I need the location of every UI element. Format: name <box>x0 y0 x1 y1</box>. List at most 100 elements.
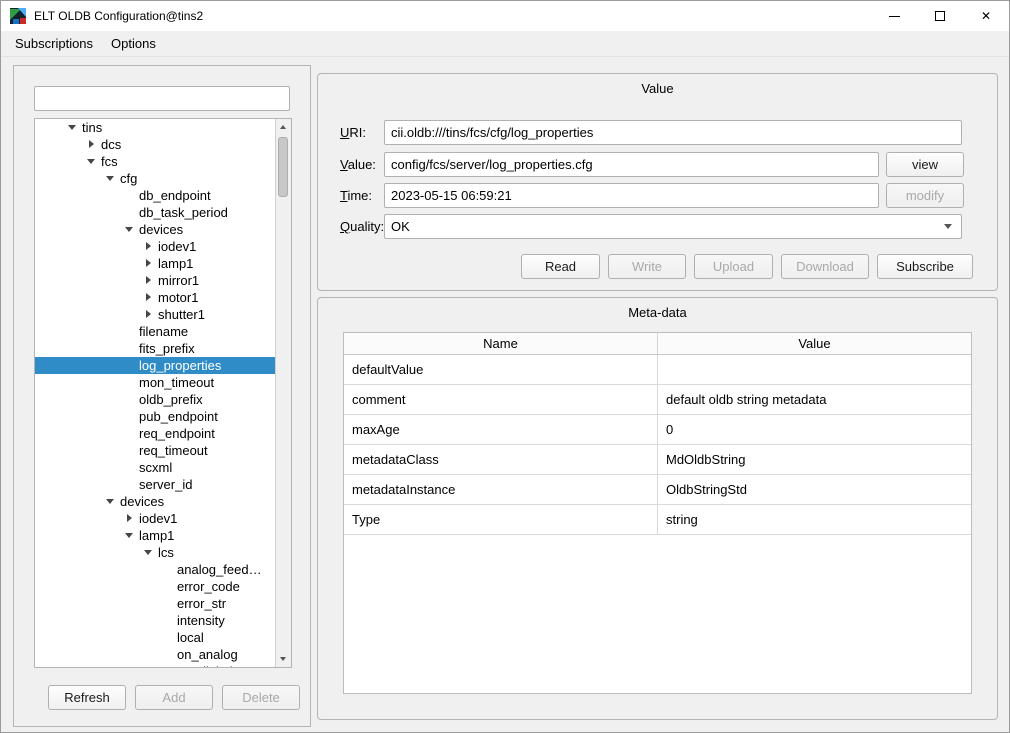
tree-scrollbar[interactable] <box>275 119 291 667</box>
close-button[interactable]: ✕ <box>963 1 1009 31</box>
cell-name: metadataClass <box>344 445 658 474</box>
scrollbar-up-icon[interactable] <box>276 119 291 135</box>
expander-collapsed-icon[interactable] <box>83 136 101 153</box>
tree-item-pub_endpoint[interactable]: pub_endpoint <box>35 408 275 425</box>
tree-item-intensity[interactable]: intensity <box>35 612 275 629</box>
quality-select[interactable]: OK <box>384 214 962 239</box>
add-button[interactable]: Add <box>135 685 213 710</box>
table-row[interactable]: commentdefault oldb string metadata <box>344 385 971 415</box>
tree-item-label: log_properties <box>139 357 221 374</box>
tree-item-server_id[interactable]: server_id <box>35 476 275 493</box>
tree-item-error_code[interactable]: error_code <box>35 578 275 595</box>
value-group-title: Value <box>318 81 997 96</box>
column-header-value[interactable]: Value <box>658 333 971 354</box>
expander-expanded-icon[interactable] <box>121 527 139 544</box>
quality-value: OK <box>391 219 944 234</box>
tree-item-fcs[interactable]: fcs <box>35 153 275 170</box>
expander-expanded-icon[interactable] <box>64 119 82 136</box>
expander-expanded-icon[interactable] <box>121 221 139 238</box>
tree-item-lcs[interactable]: lcs <box>35 544 275 561</box>
tree-item-devices[interactable]: devices <box>35 221 275 238</box>
expander-collapsed-icon[interactable] <box>140 289 158 306</box>
tree-item-tins[interactable]: tins <box>35 119 275 136</box>
expander-collapsed-icon[interactable] <box>140 255 158 272</box>
menu-options[interactable]: Options <box>102 31 165 56</box>
tree-item-scxml[interactable]: scxml <box>35 459 275 476</box>
value-field[interactable] <box>384 152 879 177</box>
tree-item-log_properties[interactable]: log_properties <box>35 357 275 374</box>
tree-item-mirror1[interactable]: mirror1 <box>35 272 275 289</box>
table-row[interactable]: Typestring <box>344 505 971 535</box>
table-row[interactable]: defaultValue <box>344 355 971 385</box>
tree-item-label: error_str <box>177 595 226 612</box>
time-row: Time: modify <box>318 183 997 208</box>
tree-item-filename[interactable]: filename <box>35 323 275 340</box>
cell-value: default oldb string metadata <box>658 385 971 414</box>
tree-item-analog_feed[interactable]: analog_feed… <box>35 561 275 578</box>
table-row[interactable]: maxAge0 <box>344 415 971 445</box>
tree-item-cfg[interactable]: cfg <box>35 170 275 187</box>
minimize-button[interactable] <box>871 1 917 31</box>
tree-item-label: req_endpoint <box>139 425 215 442</box>
tree-item-on_digital[interactable]: on_digital <box>35 663 275 668</box>
maximize-button[interactable] <box>917 1 963 31</box>
download-button[interactable]: Download <box>781 254 869 279</box>
upload-button[interactable]: Upload <box>694 254 773 279</box>
table-row[interactable]: metadataInstanceOldbStringStd <box>344 475 971 505</box>
expander-expanded-icon[interactable] <box>83 153 101 170</box>
tree-item-db_endpoint[interactable]: db_endpoint <box>35 187 275 204</box>
tree-rows: tinsdcsfcscfgdb_endpointdb_task_periodde… <box>35 119 275 668</box>
expander-collapsed-icon[interactable] <box>140 272 158 289</box>
view-button[interactable]: view <box>886 152 964 177</box>
quality-label: Quality: <box>340 214 384 239</box>
expander-collapsed-icon[interactable] <box>140 238 158 255</box>
cell-name: comment <box>344 385 658 414</box>
value-label: Value: <box>340 152 376 177</box>
menu-subscriptions[interactable]: Subscriptions <box>6 31 102 56</box>
tree-item-label: lamp1 <box>158 255 193 272</box>
expander-expanded-icon[interactable] <box>102 493 120 510</box>
column-header-name[interactable]: Name <box>344 333 658 354</box>
tree-item-dcs[interactable]: dcs <box>35 136 275 153</box>
expander-spacer <box>159 612 177 629</box>
meta-group-title: Meta-data <box>318 305 997 320</box>
tree-item-on_analog[interactable]: on_analog <box>35 646 275 663</box>
tree-item-mon_timeout[interactable]: mon_timeout <box>35 374 275 391</box>
tree-item-shutter1[interactable]: shutter1 <box>35 306 275 323</box>
tree-item-label: motor1 <box>158 289 198 306</box>
tree-item-req_timeout[interactable]: req_timeout <box>35 442 275 459</box>
tree-item-lamp1[interactable]: lamp1 <box>35 255 275 272</box>
expander-collapsed-icon[interactable] <box>140 306 158 323</box>
uri-field[interactable] <box>384 120 962 145</box>
expander-expanded-icon[interactable] <box>140 544 158 561</box>
tree-item-motor1[interactable]: motor1 <box>35 289 275 306</box>
tree-item-label: iodev1 <box>158 238 196 255</box>
read-button[interactable]: Read <box>521 254 600 279</box>
tree-item-devices[interactable]: devices <box>35 493 275 510</box>
scrollbar-thumb[interactable] <box>278 137 288 197</box>
expander-spacer <box>121 391 139 408</box>
tree-item-oldb_prefix[interactable]: oldb_prefix <box>35 391 275 408</box>
expander-expanded-icon[interactable] <box>102 170 120 187</box>
tree-item-iodev1[interactable]: iodev1 <box>35 510 275 527</box>
filter-input[interactable] <box>34 86 290 111</box>
write-button[interactable]: Write <box>608 254 686 279</box>
tree-item-lamp1[interactable]: lamp1 <box>35 527 275 544</box>
modify-button[interactable]: modify <box>886 183 964 208</box>
tree-item-req_endpoint[interactable]: req_endpoint <box>35 425 275 442</box>
expander-spacer <box>121 442 139 459</box>
expander-collapsed-icon[interactable] <box>121 510 139 527</box>
table-row[interactable]: metadataClassMdOldbString <box>344 445 971 475</box>
tree-item-fits_prefix[interactable]: fits_prefix <box>35 340 275 357</box>
tree-item-error_str[interactable]: error_str <box>35 595 275 612</box>
time-field[interactable] <box>384 183 879 208</box>
tree-item-db_task_period[interactable]: db_task_period <box>35 204 275 221</box>
subscribe-button[interactable]: Subscribe <box>877 254 973 279</box>
tree-item-iodev1[interactable]: iodev1 <box>35 238 275 255</box>
tree-item-local[interactable]: local <box>35 629 275 646</box>
refresh-button[interactable]: Refresh <box>48 685 126 710</box>
scrollbar-down-icon[interactable] <box>276 651 291 667</box>
expander-spacer <box>159 561 177 578</box>
cell-name: metadataInstance <box>344 475 658 504</box>
delete-button[interactable]: Delete <box>222 685 300 710</box>
